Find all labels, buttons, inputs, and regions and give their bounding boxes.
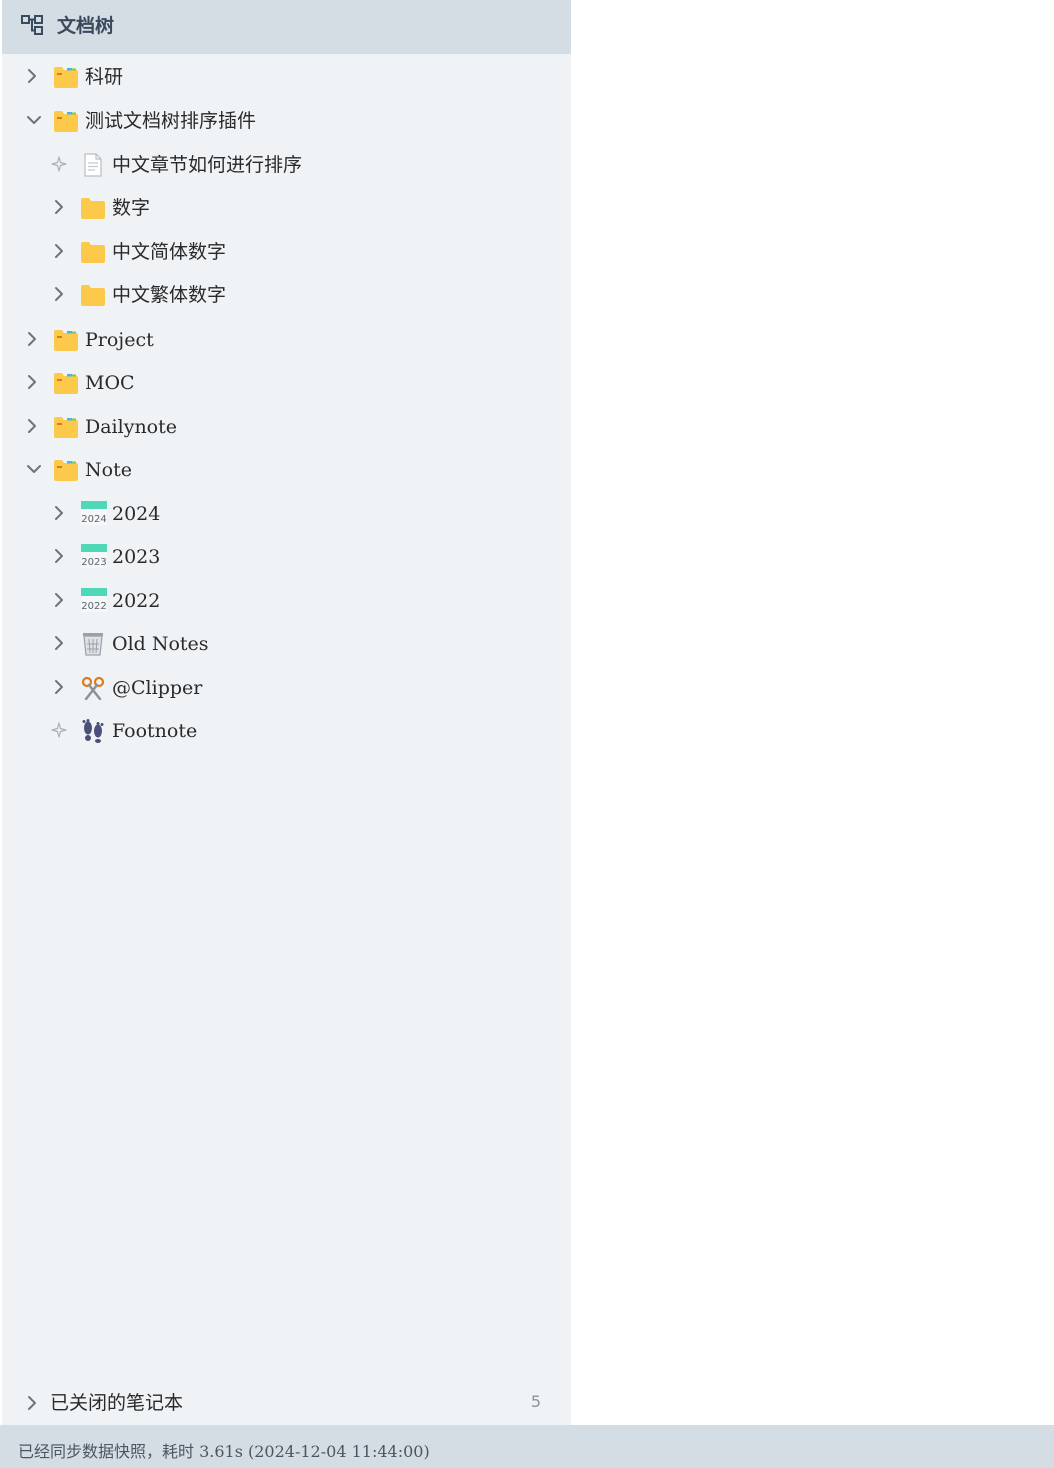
tree-item[interactable]: 科研 [2,56,571,96]
tree-item[interactable]: 中文章节如何进行排序 [2,144,571,184]
tree-item-label: 中文繁体数字 [112,284,227,306]
notebook-folder-icon [54,111,78,132]
chevron-right-icon[interactable] [24,1394,40,1412]
chevron-right-icon[interactable] [51,285,67,303]
footprints-icon [82,719,104,743]
status-text: 已经同步数据快照，耗时 3.61s (2024-12-04 11:44:00) [18,1442,430,1461]
tree-item[interactable]: MOC [2,362,571,402]
folder-icon [81,198,105,219]
tree-item-label: Old Notes [112,633,209,655]
chevron-right-icon[interactable] [24,417,40,435]
chevron-right-icon[interactable] [24,373,40,391]
svg-text:2023: 2023 [81,557,106,568]
chevron-right-icon[interactable] [24,67,40,85]
tree-item[interactable]: 2024 2024 [2,493,571,533]
tree-item-label: 中文简体数字 [112,241,227,263]
tree-item-label: 2023 [112,546,161,568]
closed-notebooks-row[interactable]: 已关闭的笔记本 5 [2,1383,571,1423]
calendar-2022-icon: 2022 [81,588,107,612]
chevron-down-icon[interactable] [26,111,42,129]
tree-item[interactable]: 2022 2022 [2,580,571,620]
folder-icon [81,242,105,263]
notebook-folder-icon [54,373,78,394]
tree-item-label: Note [85,459,132,481]
closed-notebooks-label: 已关闭的笔记本 [50,1392,184,1414]
tree-item[interactable]: Old Notes [2,623,571,663]
leaf-node-icon [51,156,67,172]
chevron-right-icon[interactable] [51,242,67,260]
tree-item-label: Footnote [112,720,198,742]
tree-item-label: 科研 [85,66,124,88]
tree-item-label: Project [85,329,154,351]
tree-item[interactable]: 2023 2023 [2,536,571,576]
folder-icon [81,285,105,306]
scissors-icon [81,676,105,700]
status-bar: 已经同步数据快照，耗时 3.61s (2024-12-04 11:44:00) [0,1425,1054,1468]
chevron-right-icon[interactable] [51,504,67,522]
doc-tree-panel: 文档树 科研测试文档树排序插件中文章节如何进行排序 数字中文简体数字 中文繁体数字 P… [2,0,571,1425]
calendar-2023-icon: 2023 [81,544,107,568]
trash-bin-icon [83,633,103,656]
tree-item-label: Dailynote [85,416,178,438]
tree-structure-icon [21,15,43,35]
tree-item-label: @Clipper [112,677,203,699]
document-icon [84,153,102,177]
svg-text:2024: 2024 [81,514,106,525]
tree-item[interactable]: 中文简体数字 [2,231,571,271]
tree-item-label: 2022 [112,590,161,612]
leaf-node-icon [51,722,67,738]
chevron-right-icon[interactable] [51,634,67,652]
tree-item-label: 中文章节如何进行排序 [112,154,303,176]
tree-item[interactable]: 中文繁体数字 [2,274,571,314]
notebook-folder-icon [54,67,78,88]
notebook-folder-icon [54,460,78,481]
tree-item-label: 测试文档树排序插件 [85,110,257,132]
tree-item-label: MOC [85,372,135,394]
tree-item[interactable]: Project [2,319,571,359]
svg-text:2022: 2022 [81,601,106,612]
notebook-folder-icon [54,417,78,438]
tree-item[interactable]: Dailynote [2,406,571,446]
panel-header: 文档树 [2,0,571,54]
tree-item[interactable]: @Clipper [2,667,571,707]
tree-item[interactable]: Note [2,449,571,489]
calendar-2024-icon: 2024 [81,501,107,525]
chevron-right-icon[interactable] [51,678,67,696]
tree-item-label: 2024 [112,503,161,525]
chevron-right-icon[interactable] [51,591,67,609]
tree-item[interactable]: 测试文档树排序插件 [2,100,571,140]
chevron-right-icon[interactable] [51,547,67,565]
chevron-down-icon[interactable] [26,460,42,478]
tree-item[interactable]: Footnote [2,710,571,750]
tree-item[interactable]: 数字 [2,187,571,227]
tree-item-label: 数字 [112,197,151,219]
notebook-folder-icon [54,330,78,351]
panel-title: 文档树 [57,15,115,37]
closed-notebooks-count: 5 [530,1392,541,1411]
chevron-right-icon[interactable] [24,330,40,348]
chevron-right-icon[interactable] [51,198,67,216]
